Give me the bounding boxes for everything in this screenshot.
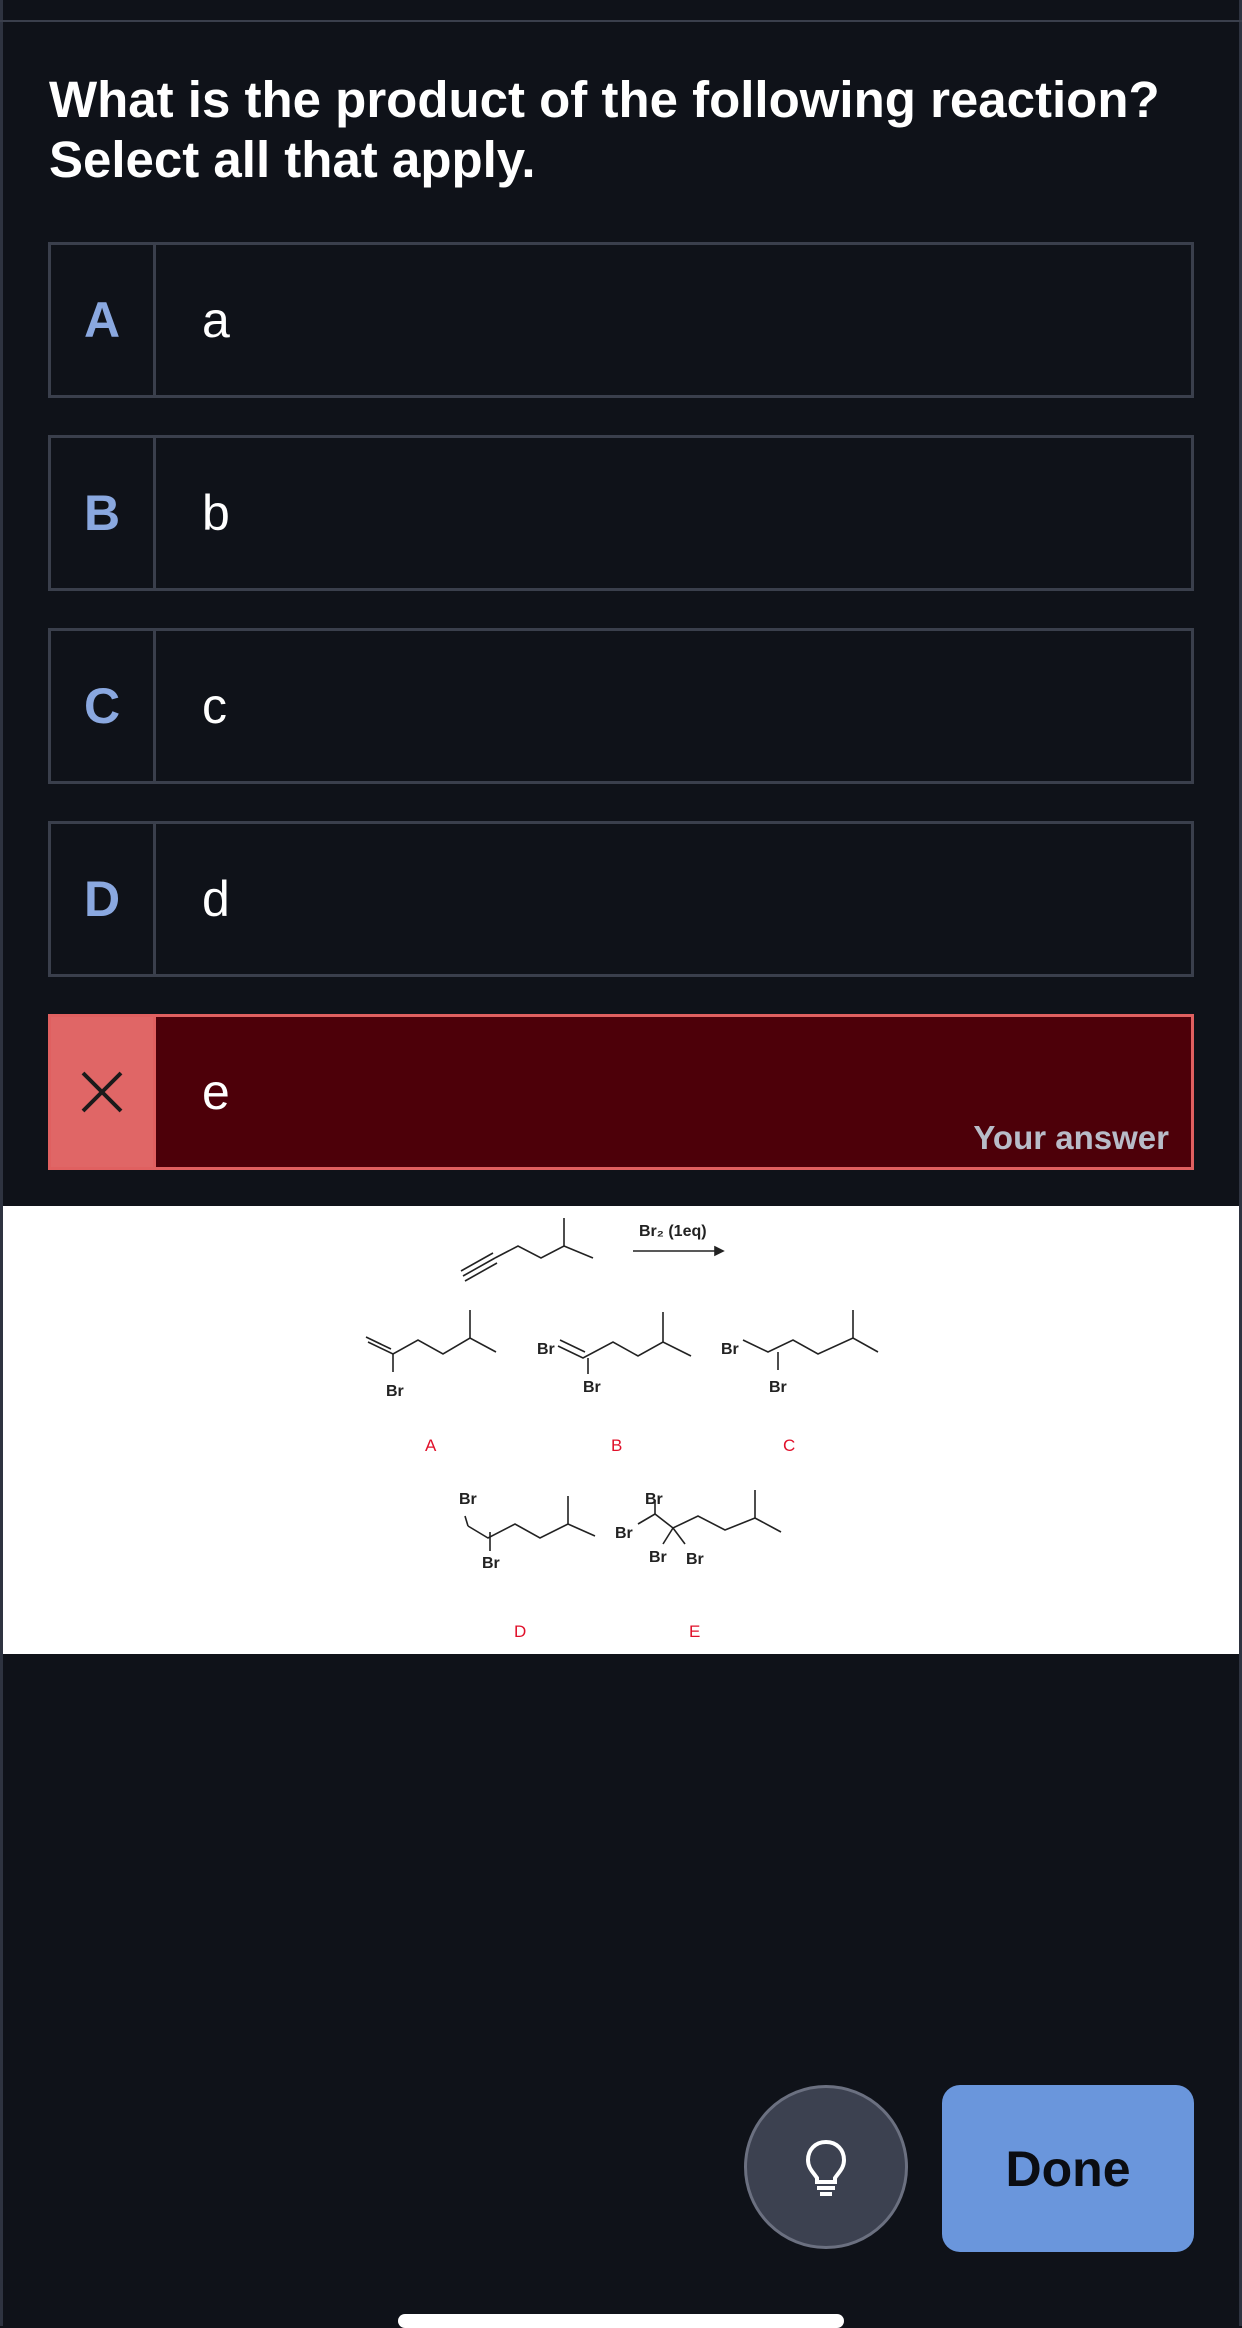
br-label: Br xyxy=(769,1379,787,1396)
top-divider xyxy=(0,20,1242,22)
option-letter: B xyxy=(51,438,156,588)
option-letter: C xyxy=(51,631,156,781)
option-letter: D xyxy=(51,824,156,974)
product-label-e: E xyxy=(689,1622,700,1641)
hint-button[interactable] xyxy=(744,2085,908,2249)
option-c[interactable]: C c xyxy=(48,628,1194,784)
option-e-selected-wrong[interactable]: e Your answer xyxy=(48,1014,1194,1170)
option-b[interactable]: B b xyxy=(48,435,1194,591)
option-label: d xyxy=(202,871,230,927)
option-letter: A xyxy=(51,245,156,395)
question-line-2: Select all that apply. xyxy=(49,131,536,188)
product-label-a: A xyxy=(425,1436,437,1455)
product-label-d: D xyxy=(514,1622,526,1641)
br-label: Br xyxy=(583,1379,601,1396)
product-label-b: B xyxy=(611,1436,622,1455)
br-label: Br xyxy=(386,1383,404,1400)
close-icon xyxy=(81,1071,123,1113)
reaction-scheme: Br₂ (1eq) Br Br Br Br Br Br Br Br Br Br … xyxy=(365,1218,879,1641)
option-label: b xyxy=(202,485,230,541)
reagent-label: Br₂ (1eq) xyxy=(639,1223,707,1240)
br-label: Br xyxy=(645,1491,663,1508)
br-label: Br xyxy=(686,1551,704,1568)
br-label: Br xyxy=(482,1555,500,1572)
option-label: c xyxy=(202,678,227,734)
lightbulb-icon xyxy=(805,2139,847,2196)
reaction-figure: Br₂ (1eq) Br Br Br Br Br Br Br Br Br Br … xyxy=(3,1206,1239,1654)
done-button[interactable]: Done xyxy=(942,2085,1194,2252)
br-label: Br xyxy=(537,1341,555,1358)
br-label: Br xyxy=(615,1525,633,1542)
question-line-1: What is the product of the following rea… xyxy=(49,71,1160,128)
option-label: a xyxy=(202,292,230,348)
product-label-c: C xyxy=(783,1436,795,1455)
br-label: Br xyxy=(459,1491,477,1508)
question-text: What is the product of the following rea… xyxy=(49,70,1199,190)
incorrect-marker xyxy=(51,1017,156,1167)
br-label: Br xyxy=(721,1341,739,1358)
option-d[interactable]: D d xyxy=(48,821,1194,977)
br-label: Br xyxy=(649,1549,667,1566)
your-answer-tag: Your answer xyxy=(973,1119,1169,1156)
option-a[interactable]: A a xyxy=(48,242,1194,398)
